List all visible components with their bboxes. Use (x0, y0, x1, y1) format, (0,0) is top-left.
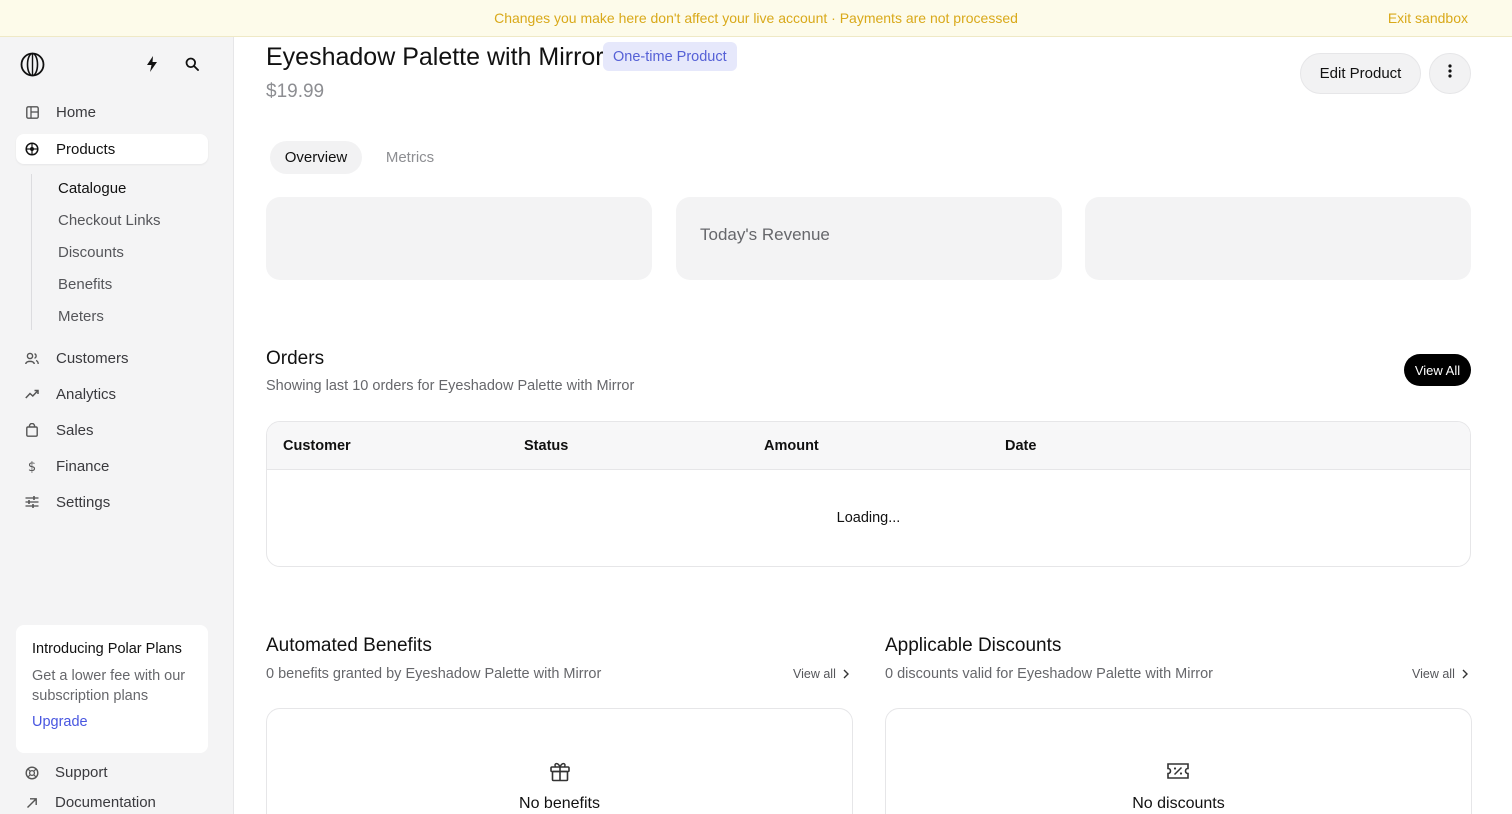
benefits-title: Automated Benefits (266, 635, 432, 656)
sidebar-item-label: Sales (56, 421, 94, 439)
lightning-icon[interactable] (143, 55, 161, 73)
discounts-empty-state: No discounts (885, 708, 1472, 814)
column-header-status[interactable]: Status (524, 438, 568, 454)
orders-table: Customer Status Amount Date Loading... (266, 421, 1471, 567)
stat-card (1085, 197, 1471, 280)
subnav-divider (31, 174, 32, 330)
home-icon (25, 105, 39, 119)
empty-state-label: No benefits (519, 795, 600, 812)
promo-title: Introducing Polar Plans (32, 641, 182, 657)
subnav-item-benefits[interactable]: Benefits (58, 276, 112, 293)
products-icon (25, 142, 39, 156)
discounts-view-all-link[interactable]: View all (1412, 667, 1468, 681)
sidebar-item-documentation[interactable]: Documentation (25, 794, 156, 811)
discounts-subtitle: 0 discounts valid for Eyeshadow Palette … (885, 666, 1214, 682)
view-all-label: View all (1412, 667, 1455, 681)
sidebar-item-settings[interactable]: Settings (16, 487, 208, 517)
settings-icon (25, 495, 39, 509)
subnav-item-catalogue[interactable]: Catalogue (58, 180, 126, 197)
column-header-customer[interactable]: Customer (283, 438, 351, 454)
search-icon[interactable] (183, 55, 201, 73)
upgrade-link[interactable]: Upgrade (32, 714, 88, 730)
tab-overview[interactable]: Overview (270, 141, 362, 174)
main-content: Eyeshadow Palette with Mirror One-time P… (234, 37, 1512, 814)
subnav-item-checkout-links[interactable]: Checkout Links (58, 212, 161, 229)
svg-text:$: $ (28, 460, 36, 473)
product-type-badge: One-time Product (603, 42, 737, 71)
sidebar-item-finance[interactable]: $ Finance (16, 451, 208, 481)
sidebar-item-label: Products (56, 140, 116, 158)
stat-label: Today's Revenue (700, 225, 830, 244)
polar-logo-icon[interactable] (20, 52, 45, 77)
sidebar-item-label: Finance (56, 457, 110, 475)
column-header-date[interactable]: Date (1005, 438, 1036, 454)
sidebar-item-support[interactable]: Support (25, 764, 108, 781)
sidebar: Home Products Catalogue Checkout Links D… (0, 37, 234, 814)
more-vertical-icon (1448, 64, 1452, 83)
subnav-item-meters[interactable]: Meters (58, 308, 104, 325)
sidebar-item-label: Customers (56, 349, 129, 367)
sidebar-item-customers[interactable]: Customers (16, 343, 208, 373)
promo-body: Get a lower fee with our subscription pl… (32, 668, 186, 704)
sidebar-item-analytics[interactable]: Analytics (16, 379, 208, 409)
sandbox-message: Changes you make here don't affect your … (494, 10, 1018, 26)
customers-icon (25, 351, 39, 365)
tab-metrics[interactable]: Metrics (376, 141, 444, 174)
ticket-icon (1166, 759, 1190, 783)
support-icon (25, 765, 39, 780)
stat-card-todays-revenue: Today's Revenue (676, 197, 1062, 280)
sidebar-item-label: Settings (56, 493, 111, 511)
gift-icon (548, 759, 572, 783)
benefits-subtitle: 0 benefits granted by Eyeshadow Palette … (266, 666, 602, 682)
sidebar-item-label: Home (56, 103, 97, 121)
benefits-empty-state: No benefits (266, 708, 853, 814)
sidebar-item-label: Support (55, 764, 108, 781)
loading-indicator: Loading... (836, 510, 901, 526)
view-all-label: View all (793, 667, 836, 681)
sandbox-banner: Changes you make here don't affect your … (0, 0, 1512, 37)
external-link-icon (25, 796, 39, 810)
page-title: Eyeshadow Palette with Mirror (266, 43, 604, 71)
sidebar-item-sales[interactable]: Sales (16, 415, 208, 445)
column-header-amount[interactable]: Amount (764, 438, 819, 454)
orders-subtitle: Showing last 10 orders for Eyeshadow Pal… (266, 378, 635, 394)
sidebar-item-label: Documentation (55, 794, 156, 811)
subnav-item-discounts[interactable]: Discounts (58, 244, 124, 261)
orders-title: Orders (266, 348, 325, 369)
stat-card (266, 197, 652, 280)
more-options-button[interactable] (1429, 53, 1471, 94)
edit-product-button[interactable]: Edit Product (1300, 53, 1421, 94)
view-all-orders-button[interactable]: View All (1404, 354, 1471, 386)
exit-sandbox-link[interactable]: Exit sandbox (1388, 10, 1468, 26)
product-price: $19.99 (266, 81, 325, 102)
chevron-right-icon (843, 669, 849, 679)
chevron-right-icon (1462, 669, 1468, 679)
table-header: Customer Status Amount Date (267, 422, 1470, 470)
analytics-icon (25, 387, 39, 401)
polar-plans-promo: Introducing Polar Plans Get a lower fee … (16, 625, 208, 753)
benefits-view-all-link[interactable]: View all (793, 667, 849, 681)
discounts-title: Applicable Discounts (885, 635, 1062, 656)
sidebar-item-products[interactable]: Products (16, 134, 208, 164)
sidebar-item-home[interactable]: Home (16, 97, 208, 127)
finance-icon: $ (25, 459, 39, 473)
empty-state-label: No discounts (1132, 795, 1225, 812)
sales-icon (25, 423, 39, 437)
sidebar-item-label: Analytics (56, 385, 117, 403)
